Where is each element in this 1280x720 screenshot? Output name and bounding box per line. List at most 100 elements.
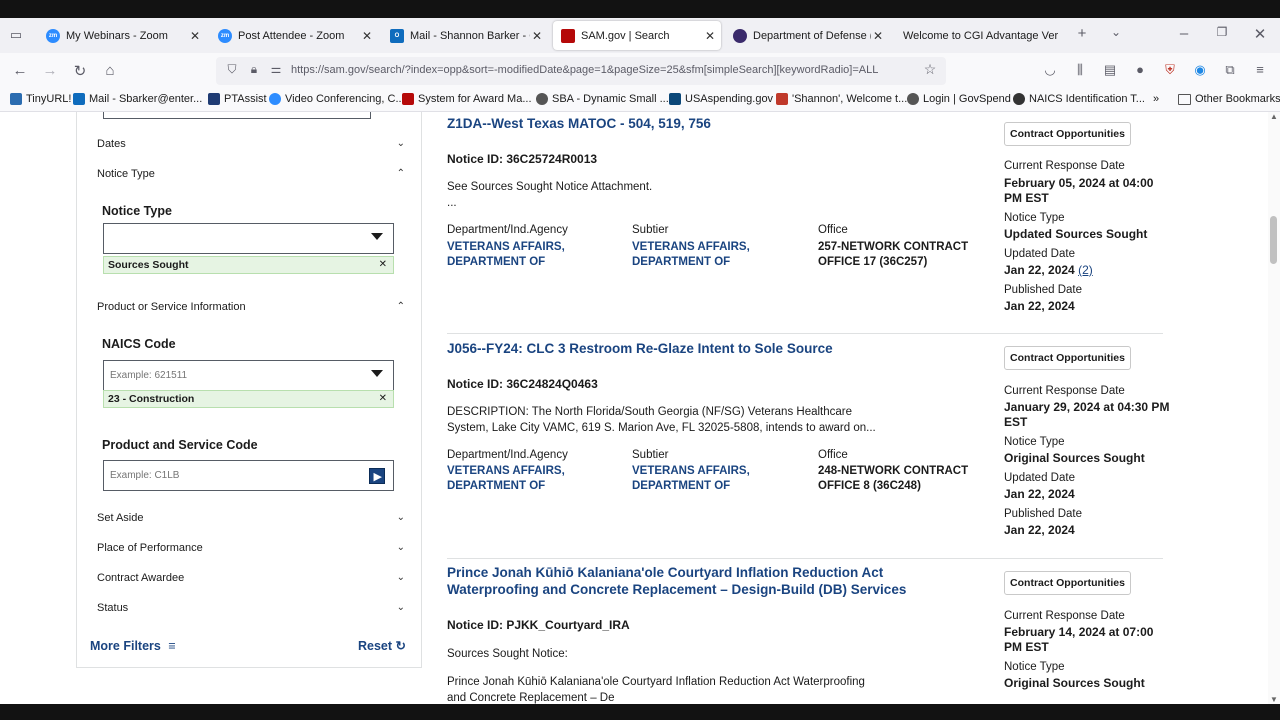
extensions-icon[interactable]: ⧉ [1220, 62, 1240, 78]
notice-type-value: Original Sources Sought [1004, 451, 1145, 465]
filter-label: Contract Awardee [97, 572, 185, 584]
minimize-icon[interactable]: – [1174, 25, 1194, 42]
tab-post-attendee[interactable]: zm Post Attendee - Zoom ✕ [210, 21, 378, 50]
ublock-icon[interactable]: ⛨ [1160, 62, 1180, 78]
new-tab-icon[interactable]: + [1072, 25, 1092, 42]
tab-sam-search[interactable]: SAM.gov | Search ✕ [553, 21, 721, 50]
remove-chip-icon[interactable]: ✕ [379, 259, 387, 270]
tab-cgi[interactable]: Welcome to CGI Advantage Ver [895, 21, 1063, 50]
page-scrollbar[interactable]: ▲ ▼ [1268, 112, 1280, 704]
bookmark-item[interactable]: Login | GovSpend [907, 93, 1011, 105]
filter-set-aside[interactable]: Set Aside ⌄ [97, 512, 405, 524]
extension-blue-icon[interactable]: ◉ [1190, 62, 1210, 78]
dept-link[interactable]: VETERANS AFFAIRS, DEPARTMENT OF [447, 464, 617, 494]
psc-label: Product and Service Code [102, 438, 258, 452]
restore-icon[interactable]: ❐ [1212, 25, 1232, 39]
naics-select[interactable]: Example: 621511 [103, 360, 394, 391]
scroll-up-icon[interactable]: ▲ [1270, 112, 1278, 121]
result-description-more: ... [447, 197, 457, 209]
scrollbar-thumb[interactable] [1270, 216, 1277, 264]
bookmark-item[interactable]: NAICS Identification T... [1013, 93, 1145, 105]
bookmark-item[interactable]: USAspending.gov [669, 93, 773, 105]
window-close-icon[interactable]: ✕ [1250, 25, 1270, 43]
extension-s-icon[interactable]: ● [1130, 62, 1150, 77]
home-icon[interactable]: ⌂ [100, 62, 120, 79]
close-icon[interactable]: ✕ [871, 29, 885, 43]
dept-label: Department/Ind.Agency [447, 224, 568, 236]
forward-icon[interactable]: → [40, 62, 60, 79]
published-date-label: Published Date [1004, 508, 1082, 520]
chevron-down-icon: ⌄ [396, 138, 405, 149]
url-text[interactable]: https://sam.gov/search/?index=opp&sort=-… [291, 64, 916, 76]
result-title-link[interactable]: Z1DA--West Texas MATOC - 504, 519, 756 [447, 115, 947, 132]
lock-icon[interactable]: 🔒︎ [244, 62, 264, 77]
bookmark-item[interactable]: Video Conferencing, C... [269, 93, 405, 105]
address-bar[interactable]: ⛉ 🔒︎ ⚌ https://sam.gov/search/?index=opp… [216, 57, 946, 85]
scroll-down-icon[interactable]: ▼ [1270, 695, 1278, 704]
bookmark-item[interactable]: 'Shannon', Welcome t... [776, 93, 907, 105]
library-icon[interactable]: ⫼ [1070, 62, 1090, 78]
result-description-more: Prince Jonah Kūhiō Kalaniana'ole Courtya… [447, 676, 865, 704]
more-filters-button[interactable]: More Filters ≡ [90, 639, 176, 653]
filter-place-of-performance[interactable]: Place of Performance ⌄ [97, 542, 405, 554]
result-title-link[interactable]: J056--FY24: CLC 3 Restroom Re-Glaze Inte… [447, 340, 967, 357]
reader-icon[interactable]: ▤ [1100, 62, 1120, 78]
filter-contract-awardee[interactable]: Contract Awardee ⌄ [97, 572, 405, 584]
subtier-link[interactable]: VETERANS AFFAIRS, DEPARTMENT OF [632, 240, 802, 270]
bookmark-item[interactable]: TinyURL! [10, 93, 71, 105]
close-icon[interactable]: ✕ [188, 29, 202, 43]
naics-placeholder: Example: 621511 [110, 370, 188, 381]
result-title-link[interactable]: Prince Jonah Kūhiō Kalaniana'ole Courtya… [447, 564, 967, 598]
contract-opportunities-button[interactable]: Contract Opportunities [1004, 122, 1131, 146]
subtier-link[interactable]: VETERANS AFFAIRS, DEPARTMENT OF [632, 464, 802, 494]
tab-dod[interactable]: Department of Defense (Do ✕ [725, 21, 889, 50]
zoom-icon: zm [46, 28, 60, 43]
chevron-down-icon: ⌄ [396, 572, 405, 583]
pocket-icon[interactable]: ◡ [1040, 62, 1060, 78]
filter-product-service[interactable]: Product or Service Information ⌃ [97, 301, 405, 313]
bookmark-item[interactable]: System for Award Ma... [402, 93, 532, 105]
bookmark-favicon-icon [669, 93, 681, 105]
tab-my-webinars[interactable]: zm My Webinars - Zoom ✕ [38, 21, 206, 50]
filter-status[interactable]: Status ⌄ [97, 602, 405, 614]
bookmark-favicon-icon [776, 93, 788, 105]
more-bookmarks-chevron-icon[interactable]: » [1153, 93, 1159, 105]
reset-button[interactable]: Reset ↻ [358, 638, 406, 653]
other-bookmarks[interactable]: Other Bookmarks [1178, 93, 1280, 105]
filter-notice-type[interactable]: Notice Type ⌃ [97, 168, 405, 180]
bookmark-item[interactable]: SBA - Dynamic Small ... [536, 93, 669, 105]
bookmark-star-icon[interactable]: ☆ [920, 61, 940, 78]
reload-icon[interactable]: ↻ [70, 62, 90, 80]
psc-select[interactable]: Example: C1LB ▶ [103, 460, 394, 491]
filter-lines-icon: ≡ [168, 639, 176, 653]
contract-opportunities-button[interactable]: Contract Opportunities [1004, 346, 1131, 370]
bookmark-item[interactable]: PTAssist [208, 93, 267, 105]
bookmark-label: NAICS Identification T... [1029, 93, 1145, 105]
bookmark-label: Mail - Sbarker@enter... [89, 93, 203, 105]
tab-list-chevron-icon[interactable]: ⌄ [1106, 25, 1126, 39]
shield-icon[interactable]: ⛉ [222, 62, 242, 77]
filter-dates[interactable]: Dates ⌄ [97, 138, 405, 150]
page-content: Dates ⌄ Notice Type ⌃ Notice Type Source… [0, 112, 1268, 704]
close-icon[interactable]: ✕ [703, 29, 717, 43]
contract-opportunities-button[interactable]: Contract Opportunities [1004, 571, 1131, 595]
remove-chip-icon[interactable]: ✕ [379, 393, 387, 404]
permissions-icon[interactable]: ⚌ [266, 62, 286, 76]
dept-link[interactable]: VETERANS AFFAIRS, DEPARTMENT OF [447, 240, 617, 270]
bookmark-item[interactable]: Mail - Sbarker@enter... [73, 93, 202, 105]
keyword-input-bottom[interactable] [103, 112, 371, 119]
back-icon[interactable]: ← [10, 62, 30, 79]
tab-mail[interactable]: O Mail - Shannon Barker - Out ✕ [382, 21, 548, 50]
outlook-icon: O [390, 28, 404, 43]
close-icon[interactable]: ✕ [530, 29, 544, 43]
result-description: See Sources Sought Notice Attachment. [447, 181, 653, 193]
notice-type-select[interactable] [103, 223, 394, 254]
close-icon[interactable]: ✕ [360, 29, 374, 43]
menu-icon[interactable]: ≡ [1250, 62, 1270, 77]
naics-label: NAICS Code [102, 337, 176, 351]
updated-count-link[interactable]: (2) [1078, 263, 1093, 277]
more-filters-label: More Filters [90, 639, 161, 653]
zoom-icon: zm [218, 28, 232, 43]
tab-overview-icon[interactable]: ▭ [6, 27, 26, 43]
published-date-value: Jan 22, 2024 [1004, 523, 1075, 537]
